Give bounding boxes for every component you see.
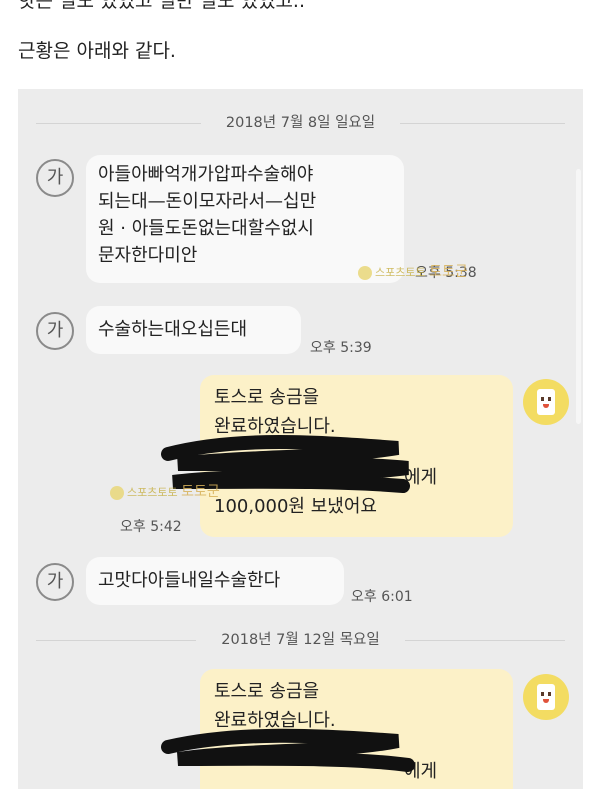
scrollbar[interactable] [576,169,581,424]
message-line: 토스로 송금을 [214,387,320,408]
avatar-eye-icon [548,397,551,401]
avatar-eye-icon [541,692,544,696]
contact-avatar[interactable]: 가 [36,312,74,350]
post-intro-text: 근황은 아래와 같다. [18,40,176,62]
avatar-eye-icon [541,397,544,401]
message-time-2: 오후 5:39 [310,340,372,356]
divider [400,123,565,124]
date-divider-2: 2018년 7월 12일 목요일 [221,632,380,648]
divider [405,640,565,641]
message-bubble-4[interactable]: 고맛다아들내일수술한다 [86,557,344,605]
watermark: 스포츠토토 토토군 [110,481,220,501]
message-line: 토스로 송금을 [214,681,320,702]
message-line: 되는대—돈이모자라서—십만 [98,191,317,212]
post-top-cut-text: 핫는 일도 있었고 일반 일도 있었고.. [18,0,305,12]
message-line: 수술하는대오십든대 [98,319,248,340]
watermark-logo-icon [358,266,372,280]
message-bubble-1[interactable]: 아들아빠억개가압파수술해야 되는대—돈이모자라서—십만 원 · 아들도돈없는대할… [86,155,404,283]
contact-avatar[interactable]: 가 [36,563,74,601]
message-line: 문자한다미안 [98,245,198,266]
message-line: 고맛다아들내일수술한다 [98,570,281,591]
message-line: 원 · 아들도돈없는대할수없시 [98,218,314,239]
contact-avatar[interactable]: 가 [36,159,74,197]
message-time-3: 오후 5:42 [120,519,182,535]
watermark-logo-icon [110,486,124,500]
message-bubble-2[interactable]: 수술하는대오십든대 [86,306,301,354]
chat-screenshot: 2018년 7월 8일 일요일 가 아들아빠억개가압파수술해야 되는대—돈이모자… [18,89,583,789]
avatar-eye-icon [548,692,551,696]
redaction-scribble [161,435,410,493]
redaction-scribble [161,728,415,772]
message-line: 아들아빠억개가압파수술해야 [98,164,314,185]
avatar-face-icon [537,389,555,415]
message-time-4: 오후 6:01 [351,589,413,605]
my-avatar[interactable] [523,674,569,720]
my-avatar[interactable] [523,379,569,425]
date-divider-1: 2018년 7월 8일 일요일 [225,115,376,131]
avatar-face-icon [537,684,555,710]
watermark: 스포츠토토 토토군 [358,261,468,281]
